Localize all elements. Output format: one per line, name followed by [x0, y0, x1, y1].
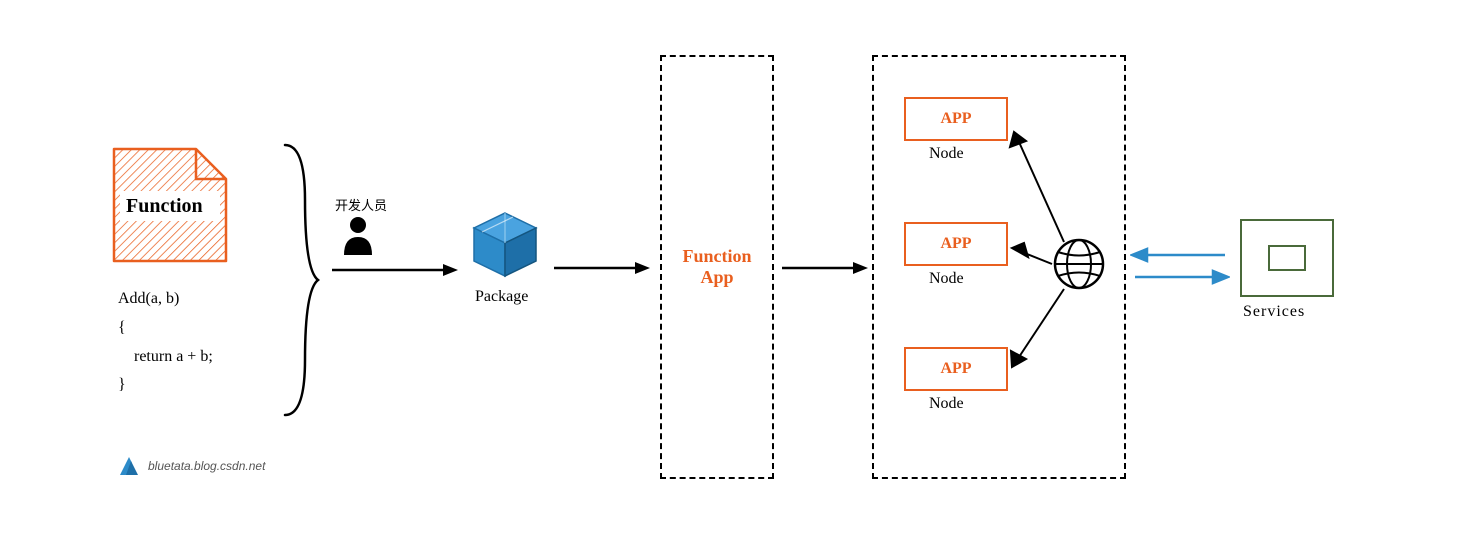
- watermark: bluetata.blog.csdn.net: [118, 455, 265, 477]
- services-inner-icon: [1268, 245, 1306, 271]
- watermark-text: bluetata.blog.csdn.net: [148, 459, 265, 473]
- person-icon: [340, 215, 376, 255]
- globe-arrows: [874, 57, 1124, 477]
- azure-icon: [118, 455, 140, 477]
- arrow-icon: [330, 260, 460, 280]
- code-line: {: [118, 314, 213, 343]
- services-label: Services: [1243, 303, 1305, 321]
- code-snippet: Add(a, b) { return a + b; }: [118, 285, 213, 400]
- code-line: Add(a, b): [118, 285, 213, 314]
- cluster-box: APP Node APP Node APP Node: [872, 55, 1126, 479]
- arrow-icon: [552, 258, 652, 278]
- package-icon: [470, 210, 540, 280]
- developer-label: 开发人员: [335, 195, 387, 214]
- arrow-icon: [780, 258, 870, 278]
- function-app-label: Function App: [682, 246, 751, 288]
- bidir-arrow-icon: [1130, 245, 1230, 290]
- brace-icon: [280, 140, 320, 420]
- code-line: }: [118, 371, 213, 400]
- code-line: return a + b;: [118, 343, 213, 372]
- function-file: Function: [110, 145, 230, 270]
- package-label: Package: [475, 288, 528, 306]
- file-title: Function: [126, 195, 203, 218]
- function-app-box: Function App: [660, 55, 774, 479]
- services-box: [1240, 219, 1334, 297]
